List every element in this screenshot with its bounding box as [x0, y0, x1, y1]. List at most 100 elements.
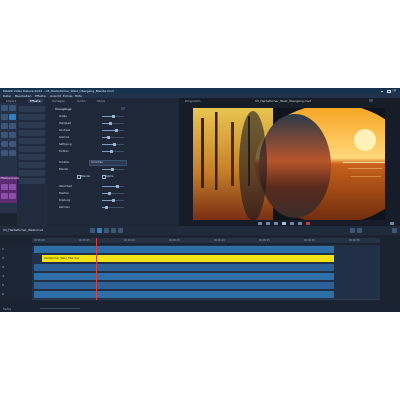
- color-effects-icon[interactable]: [9, 105, 16, 111]
- stop-icon[interactable]: [274, 222, 278, 225]
- transitions-icon[interactable]: [9, 114, 16, 120]
- prev-frame-icon[interactable]: [266, 222, 270, 225]
- param-slider[interactable]: [102, 115, 124, 118]
- playhead[interactable]: [96, 238, 97, 300]
- effect-list-item[interactable]: [19, 106, 45, 112]
- window-title-app: MAGIX Video Deluxe 2022 –: [3, 88, 46, 93]
- effect-list-item[interactable]: [19, 122, 45, 128]
- zoom-in-icon[interactable]: [357, 227, 362, 233]
- title-clip[interactable]: Herbstlicher_Wald_Titel.mxv: [42, 255, 334, 262]
- panel-settings-icon[interactable]: [121, 107, 125, 110]
- preview-label: Programm: [185, 99, 201, 103]
- ruler-label: 00:00:10: [124, 239, 135, 242]
- param-slider[interactable]: [102, 143, 124, 146]
- record-icon[interactable]: [306, 222, 310, 225]
- video-clip[interactable]: [34, 264, 334, 271]
- decorations-icon[interactable]: [1, 141, 8, 147]
- maximize-icon[interactable]: [386, 89, 391, 94]
- magnet-icon[interactable]: [104, 227, 109, 233]
- video-clip[interactable]: [34, 273, 334, 280]
- video-clip[interactable]: [34, 282, 334, 289]
- audio-clip[interactable]: [34, 291, 334, 298]
- track-number: 6: [2, 292, 4, 296]
- horizontal-scrollbar[interactable]: [40, 307, 80, 310]
- close-icon[interactable]: ×: [392, 89, 396, 92]
- param-label: Gamma: [59, 136, 70, 139]
- param-label: Schärfe: [59, 161, 69, 164]
- param-slider[interactable]: [102, 206, 124, 209]
- param-slider[interactable]: [102, 122, 124, 125]
- param-label: Blende: [59, 168, 68, 171]
- zoom-out-icon[interactable]: [350, 227, 355, 233]
- play-icon[interactable]: [282, 222, 286, 225]
- track-header[interactable]: 1: [0, 245, 32, 254]
- scissors-icon[interactable]: [97, 227, 102, 233]
- blends-icon[interactable]: [9, 141, 16, 147]
- param-slider[interactable]: [102, 129, 124, 132]
- track-number: 4: [2, 274, 4, 278]
- effect-list-item[interactable]: [19, 138, 45, 144]
- particles-icon[interactable]: [1, 150, 8, 156]
- alpha-checkbox-label: Alpha: [106, 175, 114, 178]
- forward-icon[interactable]: [298, 222, 302, 225]
- param-slider[interactable]: [102, 192, 124, 195]
- effect-list-item[interactable]: [19, 130, 45, 136]
- audio-effects-icon[interactable]: [1, 114, 8, 120]
- effect-list-item[interactable]: [19, 178, 45, 184]
- monitor-settings-icon[interactable]: [369, 99, 373, 102]
- paste-icon[interactable]: [9, 193, 16, 199]
- ruler-label: 00:00:30: [304, 239, 315, 242]
- copy-icon[interactable]: [1, 193, 8, 199]
- video-clip[interactable]: [34, 246, 334, 253]
- param-slider[interactable]: [102, 199, 124, 202]
- titles-icon[interactable]: [1, 123, 8, 129]
- reset-icon[interactable]: [9, 184, 16, 190]
- rewind-icon[interactable]: [258, 222, 262, 225]
- minimize-icon[interactable]: [380, 89, 384, 92]
- param-label: Position: [59, 192, 70, 195]
- masks-icon[interactable]: [9, 150, 16, 156]
- fullscreen-icon[interactable]: [390, 222, 394, 225]
- effect-list-item[interactable]: [19, 146, 45, 152]
- track-number: 2: [2, 256, 4, 260]
- track-number: 1: [2, 247, 4, 251]
- track-header[interactable]: 6: [0, 290, 32, 299]
- movement-icon[interactable]: [9, 123, 16, 129]
- param-label: Helligkeit: [59, 122, 72, 125]
- effect-list-item[interactable]: [19, 154, 45, 160]
- pointer-tool-icon[interactable]: [90, 227, 95, 233]
- stereo-3d-icon[interactable]: [1, 132, 8, 138]
- param-label: Farbton: [59, 150, 69, 153]
- ruler-label: 00:00:00: [34, 239, 45, 242]
- track-header[interactable]: 3: [0, 263, 32, 272]
- video-effects-icon[interactable]: [1, 105, 8, 111]
- design-elements-icon[interactable]: [9, 132, 16, 138]
- track-lane[interactable]: [32, 290, 380, 300]
- status-bar: Fertig: [0, 305, 400, 312]
- param-slider[interactable]: [102, 150, 124, 153]
- track-header[interactable]: 2: [0, 254, 32, 263]
- blend-checkbox-label: Blende: [81, 175, 90, 178]
- param-slider[interactable]: [102, 168, 124, 171]
- ruler-label: 00:00:35: [349, 239, 360, 242]
- effects-panel: Übergänge Größe Helligkeit Kontrast Gamm…: [47, 103, 179, 228]
- effect-list-item[interactable]: [19, 162, 45, 168]
- preview-select[interactable]: Vorschau: [89, 160, 127, 166]
- timeline-ruler[interactable]: 00:00:00 00:00:05 00:00:10 00:00:15 00:0…: [32, 238, 380, 243]
- effect-list-column: [17, 103, 47, 228]
- redo-icon[interactable]: [118, 227, 123, 233]
- project-name: 03_Herbstlicher_Wald.mvd: [3, 228, 43, 232]
- track-number: 5: [2, 283, 4, 287]
- param-slider[interactable]: [102, 185, 124, 188]
- track-header[interactable]: 5: [0, 281, 32, 290]
- parameter-sidebar-label: Effektparameter: [0, 177, 20, 180]
- timeline-settings-icon[interactable]: [392, 227, 397, 233]
- undo-icon[interactable]: [111, 227, 116, 233]
- effect-list-item[interactable]: [19, 170, 45, 176]
- param-slider[interactable]: [102, 136, 124, 139]
- param-label: Drehung: [59, 199, 71, 202]
- keyframe-icon[interactable]: [1, 184, 8, 190]
- next-frame-icon[interactable]: [290, 222, 294, 225]
- effect-list-item[interactable]: [19, 114, 45, 120]
- track-header[interactable]: 4: [0, 272, 32, 281]
